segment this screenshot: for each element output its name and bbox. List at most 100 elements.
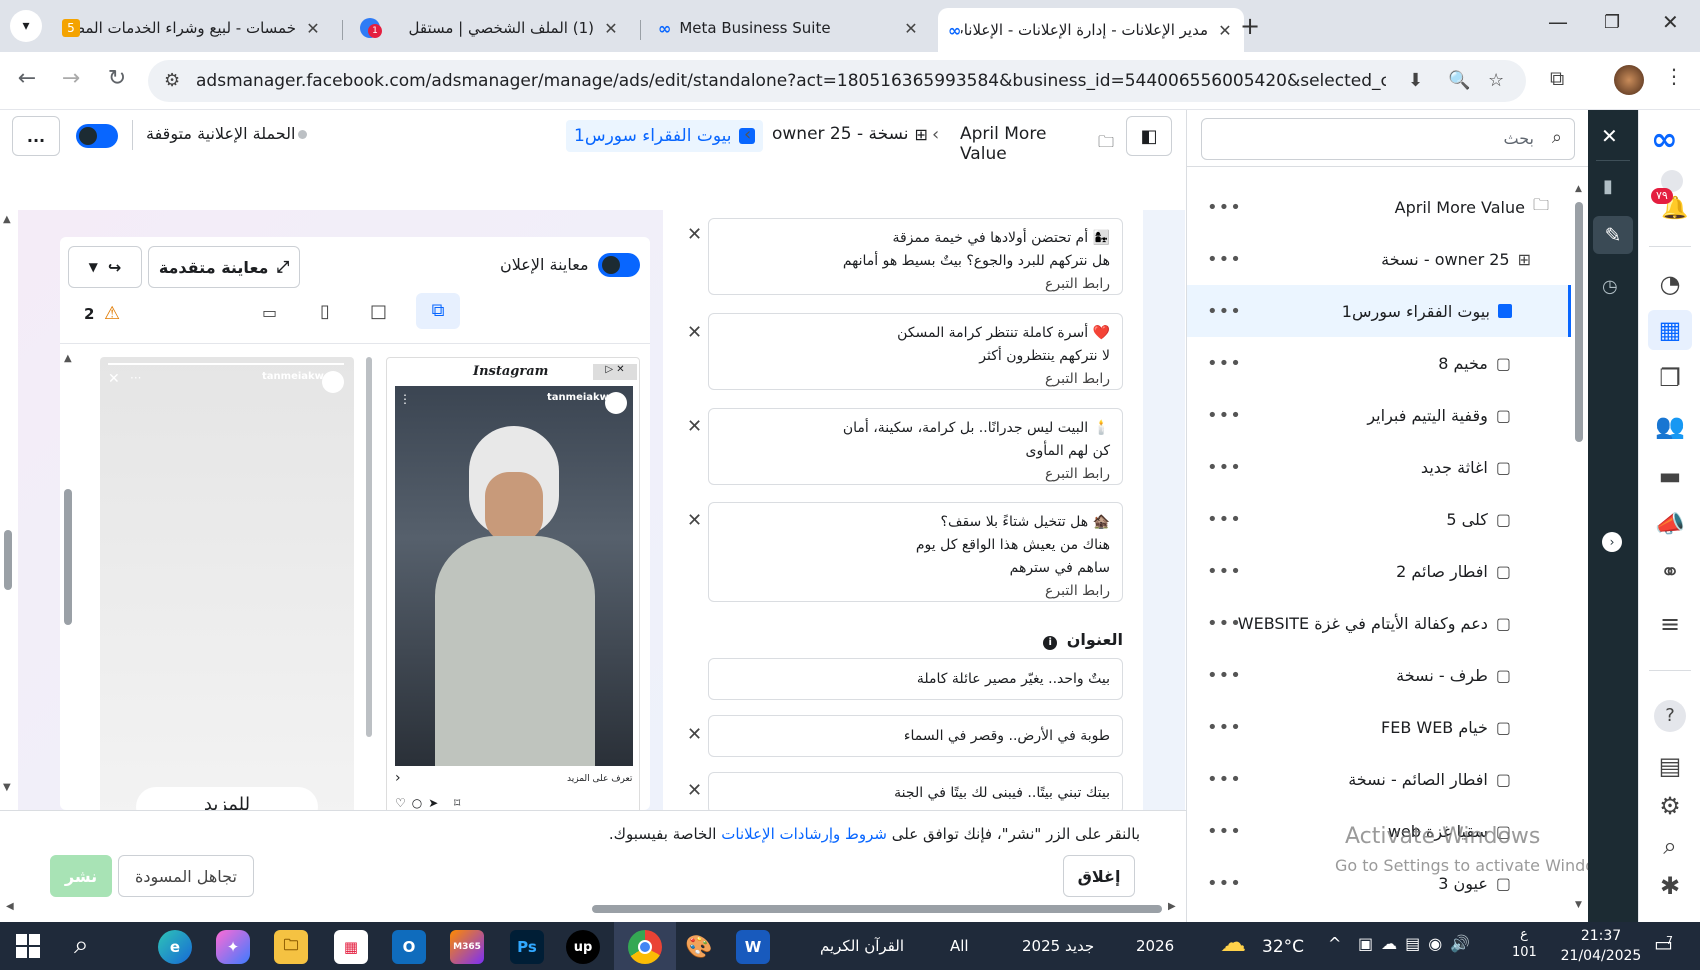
zoom-icon[interactable]: 🔍 bbox=[1448, 70, 1470, 91]
publish-button[interactable]: نشر bbox=[50, 855, 112, 897]
install-icon[interactable]: ⬇ bbox=[1408, 70, 1423, 91]
extensions-icon[interactable]: ⧉ bbox=[1550, 66, 1564, 90]
tree-item-ad[interactable]: ▢ مخيم 8 ••• bbox=[1187, 337, 1567, 389]
photoshop-icon[interactable]: Ps bbox=[510, 930, 544, 964]
taskbar-item-2025[interactable]: جديد 2025 bbox=[1022, 937, 1094, 955]
more-dots-icon[interactable]: ··· bbox=[130, 371, 141, 385]
warning-icon[interactable]: ⚠ bbox=[104, 303, 120, 324]
more-dots-icon[interactable]: ••• bbox=[1207, 509, 1242, 530]
placement-desktop-icon[interactable]: ▭ bbox=[262, 303, 277, 322]
close-icon[interactable]: ✕ bbox=[602, 19, 620, 38]
billing-card-icon[interactable]: ▬ bbox=[1655, 462, 1685, 490]
tray-icons[interactable]: ▣☁▤◉🔊 bbox=[1358, 934, 1478, 953]
table-icon[interactable]: ▦ bbox=[1648, 310, 1692, 350]
more-dots-icon[interactable]: ••• bbox=[1207, 249, 1242, 270]
primary-text-2[interactable]: ❤️ أسرة كاملة تنتظر كرامة المسكن لا نترك… bbox=[708, 313, 1123, 390]
discard-draft-button[interactable]: تجاهل المسودة bbox=[118, 855, 254, 897]
store-icon[interactable]: ▦ bbox=[334, 930, 368, 964]
tree-item-ad[interactable]: ▢ طرف - نسخة ••• bbox=[1187, 649, 1567, 701]
horizontal-scrollbar[interactable] bbox=[592, 905, 1162, 913]
tree-item-ad[interactable]: ▢ اغاثة جديد ••• bbox=[1187, 441, 1567, 493]
more-dots-icon[interactable]: ••• bbox=[1207, 665, 1242, 686]
remove-headline-3-icon[interactable]: ✕ bbox=[687, 780, 702, 801]
feed-actions-icons[interactable]: ♡○➤ ⌑ bbox=[395, 796, 466, 810]
chrome-icon[interactable] bbox=[628, 930, 662, 964]
toggle-panel-button[interactable]: ◧ bbox=[1126, 116, 1172, 156]
taskbar-item-all[interactable]: All bbox=[950, 937, 969, 955]
more-dots-icon[interactable]: ••• bbox=[1207, 821, 1242, 842]
chart-icon[interactable]: ▮ bbox=[1603, 176, 1613, 197]
breadcrumb-ad[interactable]: بيوت الفقراء سورس1 bbox=[566, 120, 764, 152]
feedback-icon[interactable]: ▤ bbox=[1655, 752, 1685, 780]
placement-mobile-icon[interactable]: ▯ bbox=[320, 301, 330, 322]
headline-3[interactable]: بيتك تبني بيتًا.. فيبنى لك بيتًا في الجن… bbox=[708, 772, 1123, 814]
search-icon[interactable]: ⌕ bbox=[1655, 832, 1685, 860]
chevron-right-icon[interactable]: › bbox=[395, 770, 401, 786]
more-dots-icon[interactable]: ••• bbox=[1207, 301, 1242, 322]
terms-link[interactable]: شروط وإرشادات الإعلانات bbox=[721, 825, 887, 843]
expand-rail-icon[interactable]: › bbox=[1602, 532, 1622, 552]
help-icon[interactable]: ? bbox=[1654, 700, 1686, 732]
more-dots-icon[interactable]: ••• bbox=[1207, 561, 1242, 582]
menu-icon[interactable]: ≡ bbox=[1655, 610, 1685, 638]
temperature[interactable]: 32°C bbox=[1262, 937, 1304, 957]
placement-all-icon[interactable]: ⧉ bbox=[416, 293, 460, 329]
window-close-button[interactable]: ✕ bbox=[1662, 10, 1679, 34]
clock[interactable]: 21:37 21/04/2025 bbox=[1556, 926, 1646, 966]
primary-text-3[interactable]: 🕯️ البيت ليس جدرانًا.. بل كرامة، سكينة، … bbox=[708, 408, 1123, 485]
close-icon[interactable]: ✕ bbox=[1216, 21, 1234, 40]
more-dots-icon[interactable]: ••• bbox=[1207, 353, 1242, 374]
info-icon[interactable]: i bbox=[1043, 636, 1058, 650]
browser-menu-icon[interactable]: ⋮ bbox=[1664, 64, 1684, 88]
advanced-preview-button[interactable]: معاينة متقدمة ⤢ bbox=[148, 246, 300, 288]
tree-item-ad[interactable]: ▢ دعم وكفالة الأيتام في غزة WEBSITE ••• bbox=[1187, 597, 1567, 649]
taskbar-search-icon[interactable]: ⌕ bbox=[74, 930, 89, 961]
tree-item-ad[interactable]: ▢ افطار صائم 2 ••• bbox=[1187, 545, 1567, 597]
bookmark-star-icon[interactable]: ☆ bbox=[1488, 70, 1504, 91]
taskbar-item-2026[interactable]: 2026 bbox=[1136, 937, 1174, 955]
profile-avatar[interactable] bbox=[1614, 65, 1644, 95]
inner-scroll-up[interactable]: ▲ bbox=[64, 353, 72, 364]
placement-square-icon[interactable]: □ bbox=[370, 301, 387, 322]
url-text[interactable]: adsmanager.facebook.com/adsmanager/manag… bbox=[196, 71, 1386, 91]
more-options-button[interactable]: ... bbox=[12, 116, 60, 156]
omnibox[interactable]: ⚙ adsmanager.facebook.com/adsmanager/man… bbox=[148, 60, 1526, 102]
tab-mostaql[interactable]: 1 (1) الملف الشخصي | مستقل ✕ bbox=[350, 8, 630, 48]
campaign-toggle[interactable] bbox=[76, 124, 118, 148]
remove-text-1-icon[interactable]: ✕ bbox=[687, 224, 702, 245]
tree-item-ad[interactable]: ▢ افطار الصائم - نسخة ••• bbox=[1187, 753, 1567, 805]
history-clock-icon[interactable]: ◷ bbox=[1602, 276, 1618, 297]
pages-icon[interactable]: ❐ bbox=[1655, 364, 1685, 392]
edit-pencil-icon[interactable]: ✎ bbox=[1593, 216, 1633, 254]
primary-text-4[interactable]: 🏚️ هل تتخيل شتاءً بلا سقف؟ هناك من يعيش … bbox=[708, 502, 1123, 602]
windows-start-icon[interactable] bbox=[16, 934, 40, 958]
tree-item-ad[interactable]: ▢ كلى 5 ••• bbox=[1187, 493, 1567, 545]
more-dots-icon[interactable]: ••• bbox=[1207, 197, 1242, 218]
close-icon[interactable]: ✕ bbox=[902, 19, 920, 38]
paint-icon[interactable]: 🎨 bbox=[682, 930, 716, 964]
settings-gear-icon[interactable]: ⚙ bbox=[1655, 792, 1685, 820]
audience-icon[interactable]: 👥 bbox=[1655, 412, 1685, 440]
minimize-button[interactable]: — bbox=[1548, 10, 1568, 34]
search-box[interactable]: ⌕ بحث bbox=[1201, 118, 1575, 160]
scroll-down-arrow[interactable]: ▼ bbox=[3, 782, 11, 793]
more-dots-icon[interactable]: ⋮ bbox=[399, 392, 411, 406]
inner-scroll-bar[interactable] bbox=[64, 489, 72, 625]
tree-item-ad-selected[interactable]: بيوت الفقراء سورس1 ••• bbox=[1187, 285, 1571, 337]
more-dots-icon[interactable]: ••• bbox=[1207, 405, 1242, 426]
tab-khamsat[interactable]: 5 خمسات - لبيع وشراء الخدمات المصغرة ✕ bbox=[52, 8, 332, 48]
tree-scroll-down[interactable]: ▼ bbox=[1575, 900, 1582, 910]
reload-icon[interactable]: ↻ bbox=[102, 66, 132, 91]
headline-2[interactable]: طوبة في الأرض.. وقصر في السماء bbox=[708, 715, 1123, 757]
scroll-up-arrow[interactable]: ▲ bbox=[3, 214, 11, 225]
edge-icon[interactable]: e bbox=[158, 930, 192, 964]
ad-video-frame[interactable]: tanmeiakw ⋮ bbox=[395, 386, 633, 766]
remove-text-4-icon[interactable]: ✕ bbox=[687, 510, 702, 531]
connections-icon[interactable]: ⚭ bbox=[1655, 558, 1685, 586]
copilot-icon[interactable]: ✦ bbox=[216, 930, 250, 964]
restore-button[interactable]: ❐ bbox=[1604, 12, 1620, 33]
tree-item-ad[interactable]: ▢ وقفية اليتيم فبراير ••• bbox=[1187, 389, 1567, 441]
more-dots-icon[interactable]: ••• bbox=[1207, 873, 1242, 894]
horizontal-scroll-right[interactable]: ▶ bbox=[1168, 901, 1176, 912]
outlook-icon[interactable]: O bbox=[392, 930, 426, 964]
